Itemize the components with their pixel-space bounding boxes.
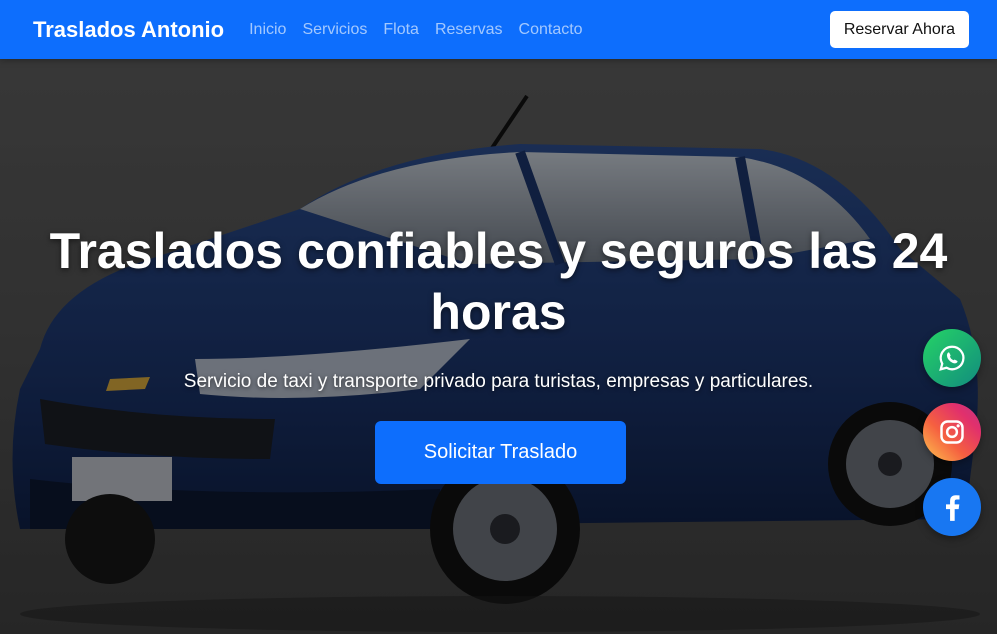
facebook-icon[interactable] bbox=[923, 478, 981, 536]
nav-links: Inicio Servicios Flota Reservas Contacto bbox=[249, 21, 582, 39]
hero-overlay bbox=[0, 59, 997, 634]
nav-link-inicio[interactable]: Inicio bbox=[249, 21, 286, 39]
request-transfer-button[interactable]: Solicitar Traslado bbox=[375, 421, 626, 484]
navbar: Traslados Antonio Inicio Servicios Flota… bbox=[0, 0, 997, 59]
nav-link-contacto[interactable]: Contacto bbox=[519, 21, 583, 39]
hero-title: Traslados confiables y seguros las 24 ho… bbox=[49, 223, 948, 340]
hero-subtitle: Servicio de taxi y transporte privado pa… bbox=[183, 371, 814, 392]
whatsapp-icon[interactable] bbox=[923, 329, 981, 387]
brand-logo[interactable]: Traslados Antonio bbox=[33, 17, 224, 43]
nav-link-servicios[interactable]: Servicios bbox=[302, 21, 367, 39]
hero-section: Traslados confiables y seguros las 24 ho… bbox=[0, 59, 997, 634]
nav-link-reservas[interactable]: Reservas bbox=[435, 21, 503, 39]
nav-link-flota[interactable]: Flota bbox=[383, 21, 419, 39]
reserve-now-button[interactable]: Reservar Ahora bbox=[829, 11, 969, 48]
instagram-icon[interactable] bbox=[923, 403, 981, 461]
